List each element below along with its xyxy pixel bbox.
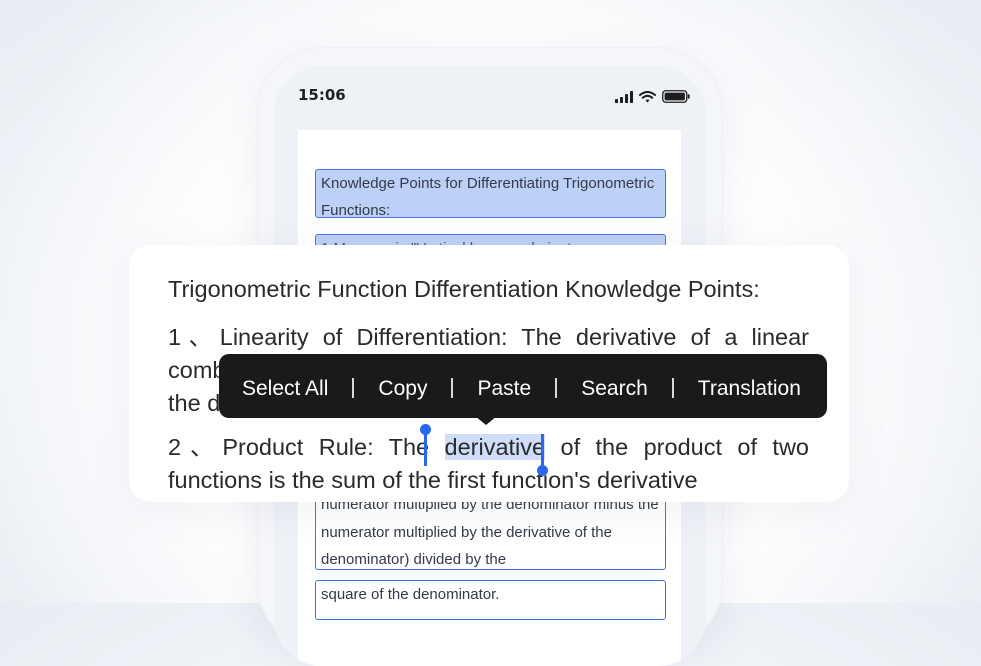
selection-start-handle[interactable] — [424, 432, 427, 466]
popup-heading: Trigonometric Function Differentiation K… — [168, 276, 760, 302]
status-time: 15:06 — [298, 86, 346, 104]
select-all-button[interactable]: Select All — [242, 377, 328, 401]
selection-end-handle[interactable] — [541, 434, 544, 468]
menu-pointer-arrow — [475, 416, 497, 425]
ocr-text-block[interactable]: numerator multiplied by the denominator … — [315, 490, 666, 570]
selection-end-knob[interactable] — [537, 465, 548, 476]
menu-divider — [352, 378, 355, 398]
paragraph-2-lead: 2、Product Rule: The — [168, 434, 445, 460]
paste-button[interactable]: Paste — [477, 377, 531, 401]
text-context-menu: Select All Copy Paste Search Translation — [219, 354, 827, 418]
search-button[interactable]: Search — [581, 377, 648, 401]
menu-divider — [671, 378, 674, 398]
ocr-text-block[interactable]: square of the denominator. — [315, 580, 666, 620]
status-bar: 15:06 — [274, 66, 706, 122]
battery-icon — [662, 88, 690, 107]
signal-icon — [615, 88, 633, 107]
wifi-icon — [639, 88, 656, 107]
ocr-block-text: Knowledge Points for Differentiating Tri… — [321, 175, 655, 218]
ocr-block-text: numerator multiplied by the denominator … — [321, 496, 659, 568]
selection-start-knob[interactable] — [420, 424, 431, 435]
ocr-text-block[interactable]: Knowledge Points for Differentiating Tri… — [315, 169, 666, 218]
ocr-block-text: square of the denominator. — [321, 586, 500, 603]
selected-text[interactable]: derivative — [444, 434, 546, 460]
copy-button[interactable]: Copy — [378, 377, 427, 401]
status-icons — [615, 88, 690, 107]
popup-paragraph-2: 2、Product Rule: The derivative of the pr… — [168, 431, 809, 497]
menu-divider — [555, 378, 558, 398]
menu-divider — [451, 378, 454, 398]
translation-button[interactable]: Translation — [698, 377, 801, 401]
